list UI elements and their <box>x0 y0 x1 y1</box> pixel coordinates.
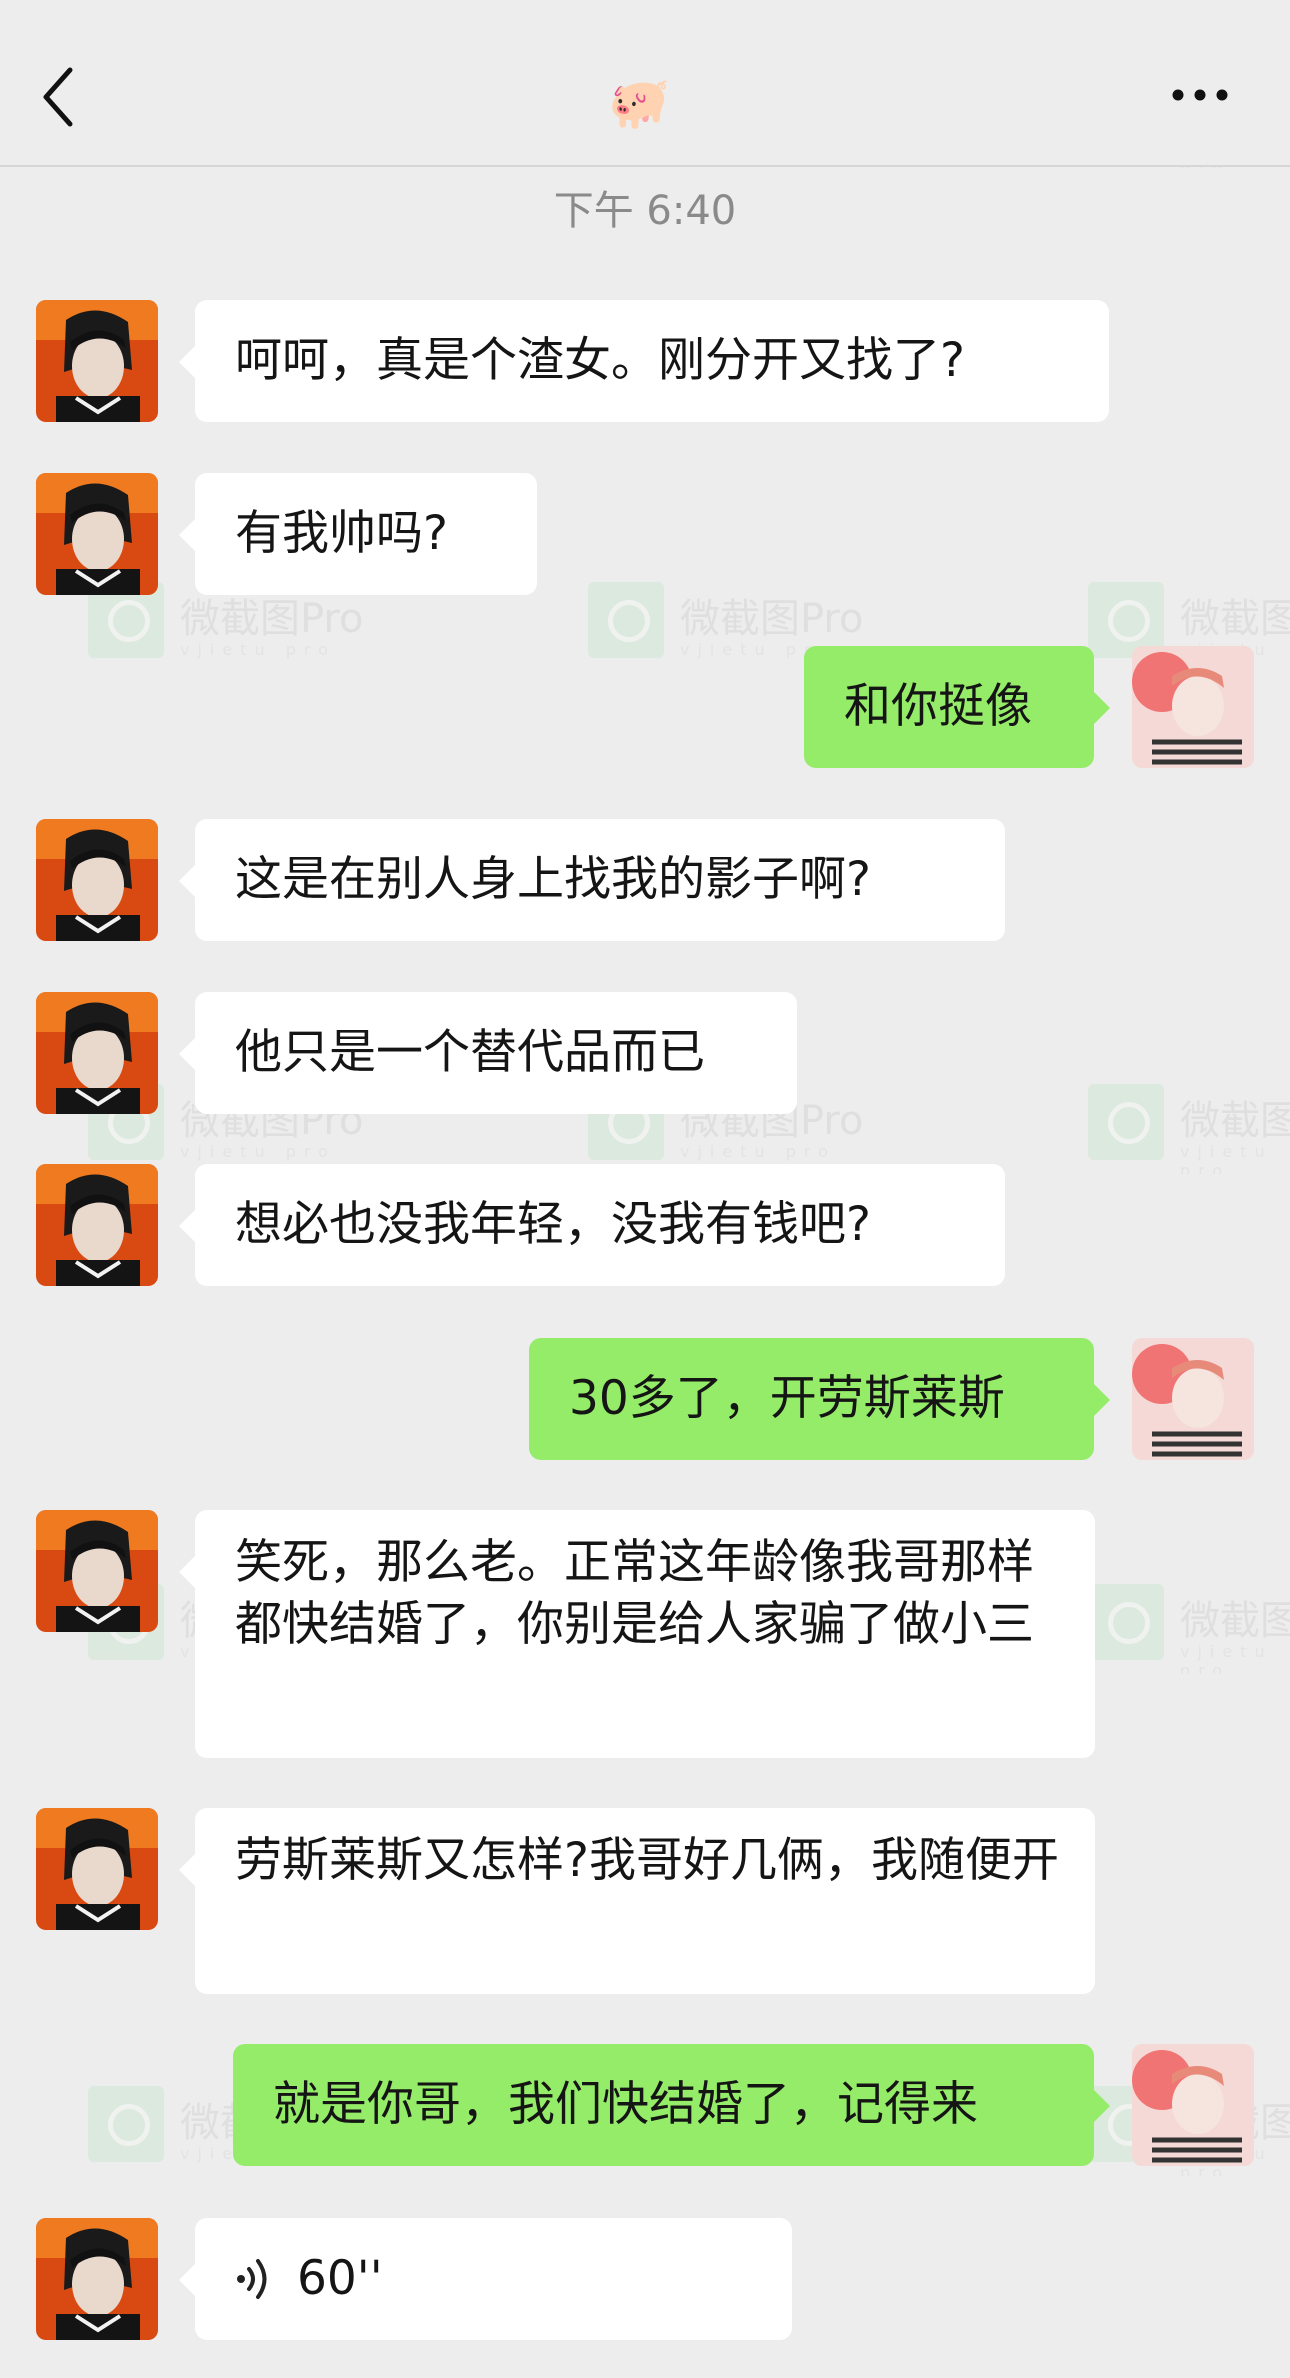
message-bubble-incoming[interactable]: 笑死，那么老。正常这年龄像我哥那样都快结婚了，你别是给人家骗了做小三 <box>179 1510 1095 1758</box>
watermark-text: 微截图Pro <box>680 596 864 642</box>
watermark-subtext: vjietu pro <box>1180 1642 1273 1674</box>
contact-avatar[interactable] <box>36 473 158 595</box>
watermark-subtext: vjietu pro <box>1180 1142 1273 1174</box>
watermark-logo-icon <box>588 582 664 658</box>
watermark-subtext: vjietu pro <box>680 1142 836 1161</box>
chat-title-pig-icon: 🐖 <box>608 74 671 132</box>
voice-duration: 60'' <box>297 2251 383 2306</box>
message-text: 这是在别人身上找我的影子啊? <box>235 852 871 907</box>
contact-avatar[interactable] <box>36 992 158 1114</box>
contact-avatar[interactable] <box>36 819 158 941</box>
contact-avatar[interactable] <box>36 1164 158 1286</box>
message-text: 呵呵，真是个渣女。刚分开又找了? <box>235 333 965 388</box>
ellipsis-icon <box>1172 89 1228 101</box>
watermark-text: 微截图Pro <box>1180 1598 1290 1644</box>
contact-avatar[interactable] <box>36 300 158 422</box>
back-button[interactable] <box>40 62 100 132</box>
my-avatar[interactable] <box>1132 646 1254 768</box>
contact-avatar[interactable] <box>36 2218 158 2340</box>
message-bubble-incoming[interactable]: 他只是一个替代品而已 <box>179 992 797 1114</box>
message-text: 想必也没我年轻，没我有钱吧? <box>235 1197 871 1252</box>
watermark-text: 微截图Pro <box>1180 596 1290 642</box>
watermark-subtext: vjietu pro <box>180 1142 336 1161</box>
chat-header: 🐖 <box>0 0 1290 167</box>
watermark-logo-icon <box>88 2086 164 2162</box>
message-bubble-outgoing[interactable]: 就是你哥，我们快结婚了，记得来 <box>233 2044 1110 2166</box>
my-avatar[interactable] <box>1132 1338 1254 1460</box>
message-text: 劳斯莱斯又怎样?我哥好几俩，我随便开 <box>235 1833 1059 1888</box>
message-bubble-incoming[interactable]: 呵呵，真是个渣女。刚分开又找了? <box>179 300 1109 422</box>
message-bubble-outgoing[interactable]: 和你挺像 <box>804 646 1110 768</box>
message-text: 笑死，那么老。正常这年龄像我哥那样都快结婚了，你别是给人家骗了做小三 <box>235 1535 1034 1652</box>
watermark: 微截图Provjietu pro <box>1088 1084 1290 1174</box>
more-options-button[interactable] <box>1170 80 1230 110</box>
message-bubble-incoming[interactable]: 劳斯莱斯又怎样?我哥好几俩，我随便开 <box>179 1808 1095 1994</box>
message-text: 有我帅吗? <box>235 506 448 561</box>
message-text: 和你挺像 <box>844 679 1032 734</box>
message-text: 30多了，开劳斯莱斯 <box>569 1371 1005 1426</box>
message-bubble-incoming[interactable]: 有我帅吗? <box>179 473 537 595</box>
watermark-subtext: vjietu pro <box>180 640 336 659</box>
voice-message-bubble[interactable]: 60'' <box>179 2218 792 2340</box>
my-avatar[interactable] <box>1132 2044 1254 2166</box>
watermark: 微截图Provjietu pro <box>88 582 408 672</box>
contact-avatar[interactable] <box>36 1510 158 1632</box>
message-timestamp: 下午 6:40 <box>553 188 737 234</box>
message-text: 就是你哥，我们快结婚了，记得来 <box>273 2077 978 2132</box>
watermark-text: 微截图Pro <box>1180 1098 1290 1144</box>
chevron-left-icon <box>43 67 73 127</box>
message-bubble-incoming[interactable]: 想必也没我年轻，没我有钱吧? <box>179 1164 1005 1286</box>
message-bubble-outgoing[interactable]: 30多了，开劳斯莱斯 <box>529 1338 1110 1460</box>
message-bubble-incoming[interactable]: 这是在别人身上找我的影子啊? <box>179 819 1005 941</box>
watermark-logo-icon <box>1088 1584 1164 1660</box>
contact-avatar[interactable] <box>36 1808 158 1930</box>
message-text: 他只是一个替代品而已 <box>235 1025 705 1080</box>
watermark: 微截图Provjietu pro <box>1088 1584 1290 1674</box>
voice-wave-icon <box>237 2259 267 2299</box>
watermark-logo-icon <box>1088 1084 1164 1160</box>
